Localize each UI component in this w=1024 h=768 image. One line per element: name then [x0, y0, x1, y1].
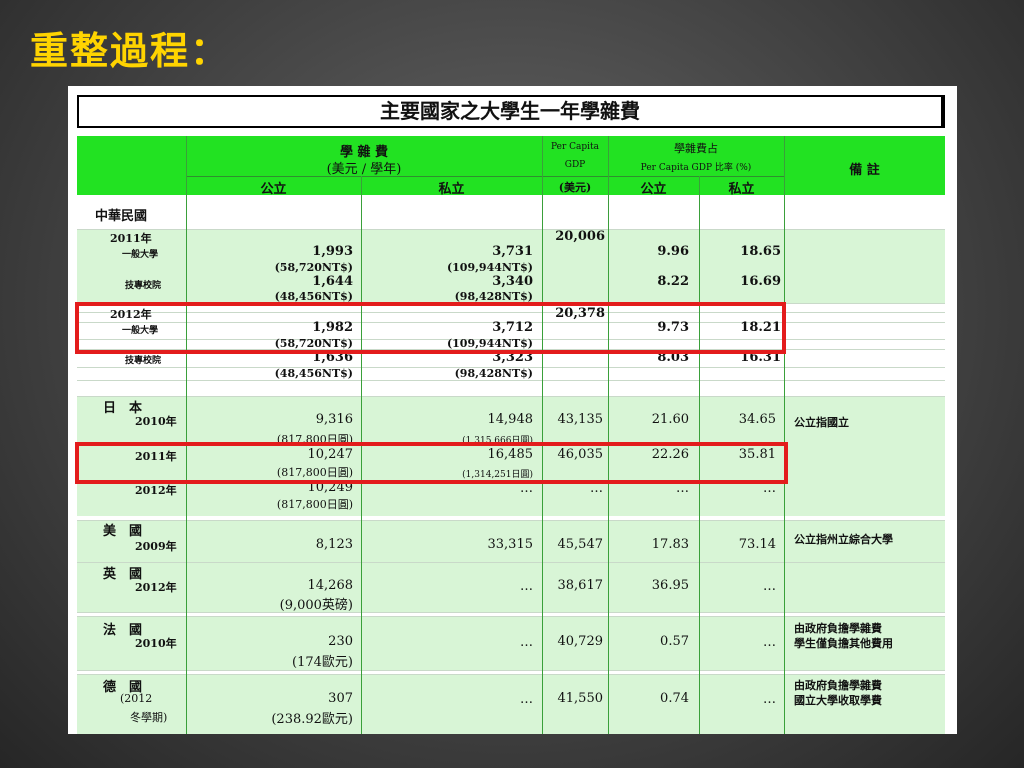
remark-france-1: 由政府負擔學雜費 — [794, 622, 882, 635]
header-ratio: 學雜費占 — [674, 142, 718, 155]
remark-japan: 公立指國立 — [794, 416, 849, 429]
country-usa: 美 國 — [103, 524, 143, 539]
header-remarks: 備 註 — [849, 163, 880, 178]
remark-germany-2: 國立大學收取學費 — [794, 694, 882, 707]
remark-france-2: 學生僅負擔其他費用 — [794, 637, 893, 650]
header-private: 私立 — [438, 182, 465, 197]
country-roc: 中華民國 — [95, 209, 148, 224]
header-ratio-private: 私立 — [728, 182, 755, 197]
tuition-table-image: 主要國家之大學生一年學雜費 學 雜 費 (美元 / 學年) 公立 私立 Per … — [68, 86, 957, 734]
header-ratio-public: 公立 — [640, 182, 667, 197]
highlight-box-roc-2012 — [75, 302, 786, 354]
slide-title: 重整過程： — [30, 29, 231, 73]
header-gdp: Per Capita — [550, 142, 599, 152]
highlight-box-japan-2011 — [75, 442, 788, 484]
row-roc-country — [77, 195, 945, 229]
remark-usa: 公立指州立綜合大學 — [794, 533, 893, 546]
header-gdp-unit: (美元) — [558, 181, 592, 194]
remark-germany-1: 由政府負擔學雜費 — [794, 679, 882, 692]
header-gdp-2: GDP — [564, 160, 586, 170]
table-title: 主要國家之大學生一年學雜費 — [77, 95, 945, 128]
header-tuition-unit: (美元 / 學年) — [326, 162, 402, 177]
header-public: 公立 — [260, 182, 287, 197]
header-ratio-2: Per Capita GDP 比率 (%) — [640, 163, 752, 173]
